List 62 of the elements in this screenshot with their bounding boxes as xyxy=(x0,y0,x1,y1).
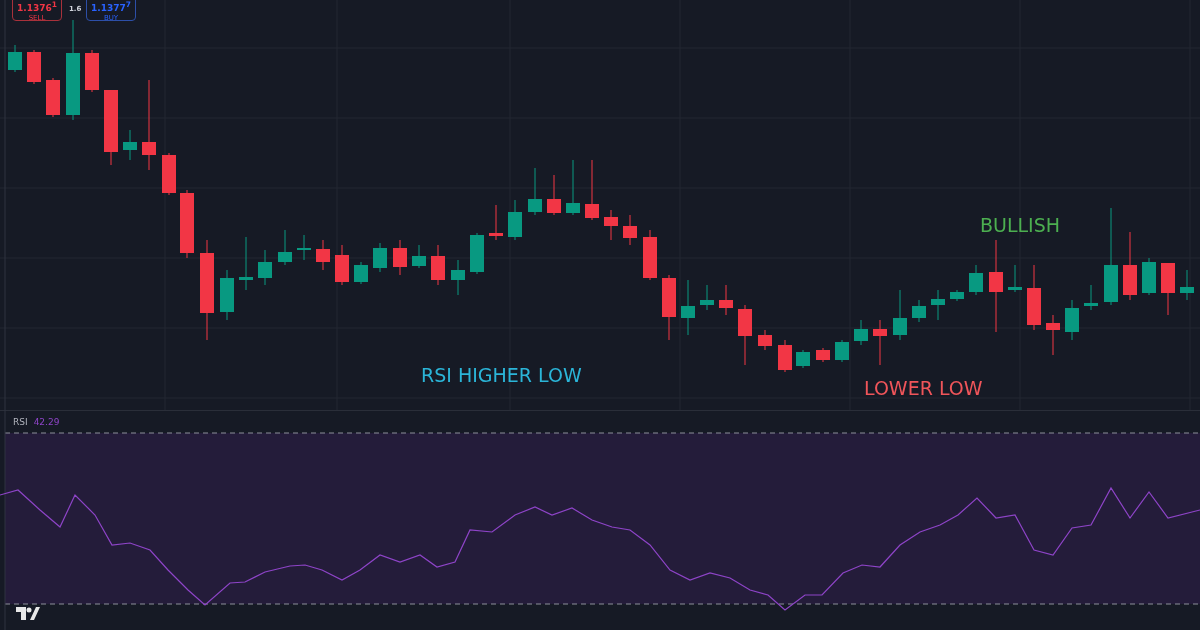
candle xyxy=(278,229,292,266)
candle xyxy=(662,274,676,341)
candle xyxy=(931,289,945,321)
candle xyxy=(335,244,349,286)
candle xyxy=(27,49,41,85)
candle xyxy=(1046,314,1060,356)
candle xyxy=(893,289,907,341)
candle xyxy=(258,249,272,286)
candle xyxy=(778,339,792,373)
candle xyxy=(393,239,407,276)
candle xyxy=(123,129,137,161)
candle xyxy=(451,259,465,296)
candle xyxy=(470,232,484,275)
candle xyxy=(758,329,772,351)
chart-annotation: RSI HIGHER LOW xyxy=(421,364,582,386)
candle xyxy=(1065,299,1079,341)
candle xyxy=(239,236,253,291)
candle xyxy=(1027,264,1041,331)
candle xyxy=(604,209,618,241)
candle xyxy=(969,264,983,296)
indicator-value: 42.29 xyxy=(33,417,60,427)
candle xyxy=(46,77,60,118)
chart-annotation: BULLISH xyxy=(980,214,1061,236)
candle xyxy=(700,284,714,311)
candle xyxy=(489,204,503,241)
candle xyxy=(738,304,752,366)
logo-icon xyxy=(16,607,40,621)
candle xyxy=(1142,257,1156,296)
candle xyxy=(950,289,964,302)
candle xyxy=(681,279,695,336)
candle xyxy=(85,49,99,93)
candle xyxy=(8,44,22,73)
candle xyxy=(796,349,810,369)
candle xyxy=(508,199,522,241)
indicator-name: RSI xyxy=(13,417,28,427)
candle xyxy=(816,347,830,363)
candle xyxy=(373,242,387,273)
candle xyxy=(412,244,426,269)
candle xyxy=(623,214,637,246)
candle xyxy=(643,229,657,281)
candle xyxy=(1008,264,1022,293)
candle xyxy=(1123,231,1137,301)
chart-annotation: LOWER LOW xyxy=(864,377,983,399)
candle xyxy=(354,261,368,285)
candle xyxy=(162,152,176,196)
candle xyxy=(1161,262,1175,316)
candle xyxy=(719,284,733,316)
candle xyxy=(854,319,868,346)
candle xyxy=(220,269,234,321)
candle xyxy=(297,234,311,261)
candle xyxy=(431,244,445,286)
candle xyxy=(835,339,849,363)
candle xyxy=(1084,284,1098,311)
candle xyxy=(873,319,887,366)
candle xyxy=(566,159,580,216)
candle xyxy=(1180,269,1194,301)
candle xyxy=(912,299,926,323)
candle xyxy=(528,167,542,216)
candle xyxy=(547,174,561,216)
candle xyxy=(585,159,599,221)
candle xyxy=(316,239,330,271)
candle xyxy=(180,189,194,259)
